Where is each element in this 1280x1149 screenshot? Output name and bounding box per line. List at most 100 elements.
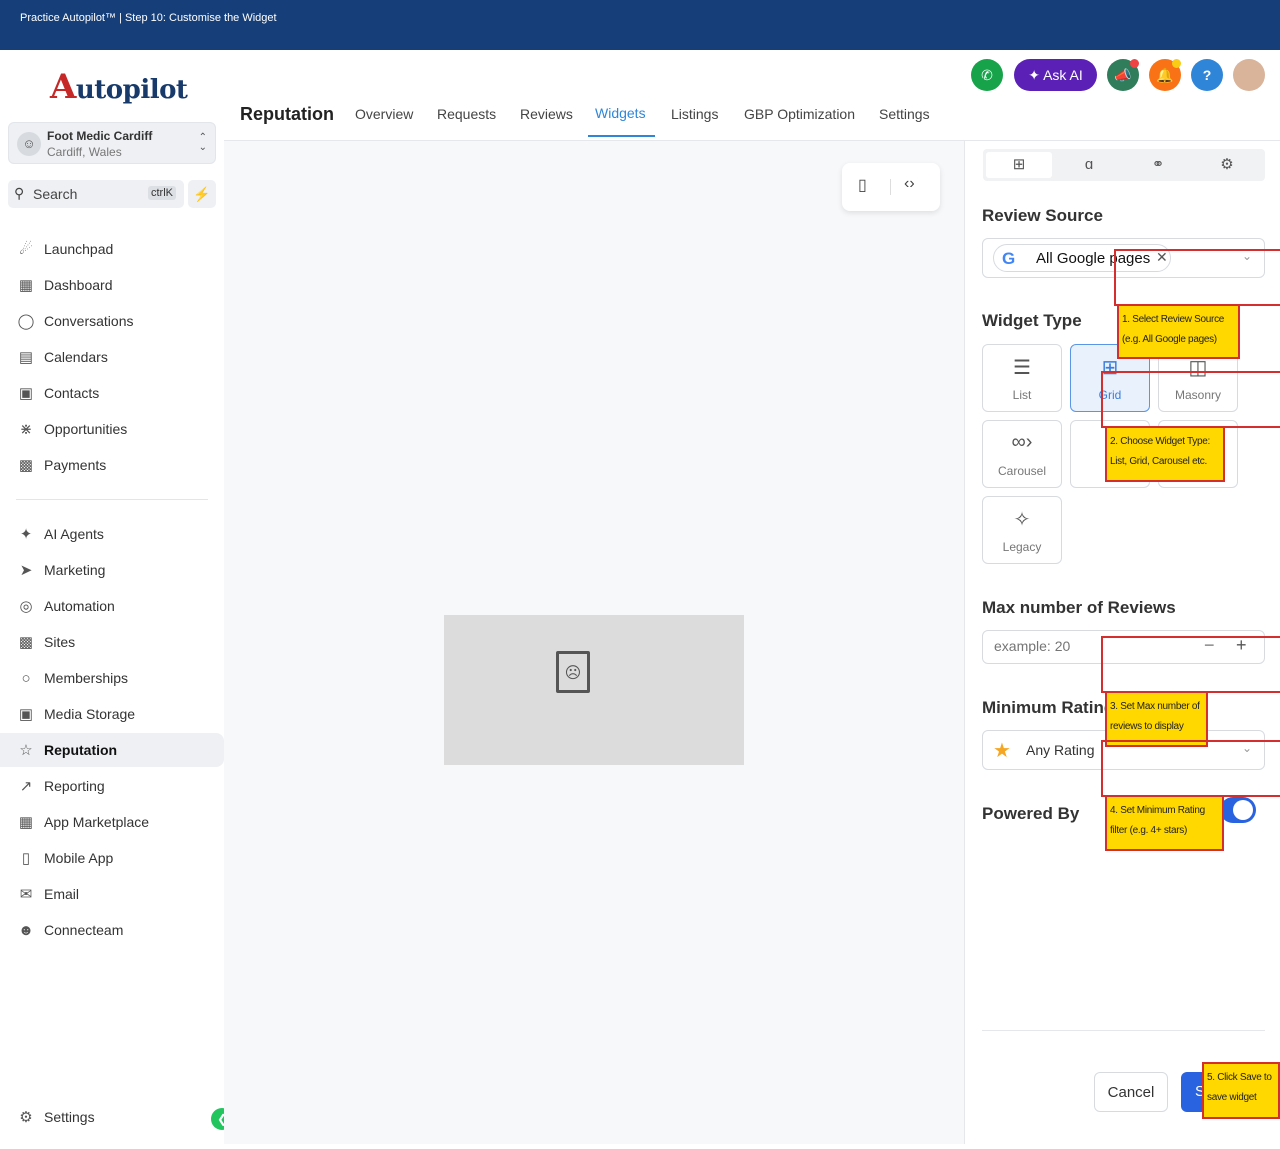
carousel-icon: ∞›	[1011, 431, 1033, 453]
annotation-step-3: 3. Set Max number of reviews to display	[1105, 691, 1208, 747]
image-icon: ▣	[18, 706, 34, 723]
sidebar-item-mobile-app[interactable]: ▯ Mobile App	[0, 841, 224, 875]
powered-by-toggle[interactable]	[1220, 797, 1256, 823]
highlight-minimum-rating	[1101, 740, 1280, 797]
mobile-preview-icon[interactable]: ▯	[858, 175, 867, 195]
annotation-step-5: 5. Click Save to save widget	[1202, 1062, 1280, 1119]
powered-by-label: Powered By	[982, 804, 1080, 823]
highlight-widget-type	[1101, 371, 1280, 428]
inbox-icon: ✉	[19, 886, 33, 903]
tab-widgets[interactable]: Widgets	[595, 105, 646, 121]
location-avatar-icon: ☺	[17, 132, 41, 156]
star-icon: ★	[993, 740, 1011, 762]
pipeline-icon: ⋇	[19, 421, 33, 438]
google-icon: G	[1002, 249, 1016, 268]
device-toolbar-separator	[890, 179, 891, 195]
location-sub: Cardiff, Wales	[47, 145, 122, 159]
sidebar-item-calendars[interactable]: ▤ Calendars	[0, 340, 224, 374]
sidebar-item-marketing[interactable]: ➤ Marketing	[0, 553, 224, 587]
sidebar-divider	[16, 499, 208, 500]
gear-icon: ⚙	[19, 1109, 33, 1126]
cancel-button[interactable]: Cancel	[1094, 1072, 1168, 1112]
search-input[interactable]: ⚲ Search ctrlK	[8, 180, 184, 208]
ask-ai-button[interactable]: ✦ Ask AI	[1014, 59, 1097, 91]
annotation-step-1: 1. Select Review Source (e.g. All Google…	[1117, 304, 1240, 359]
sad-page-icon: ☹	[556, 651, 590, 693]
max-reviews-label: Max number of Reviews	[982, 598, 1176, 617]
star-icon: ☆	[19, 742, 33, 759]
avatar[interactable]	[1233, 59, 1265, 91]
colors-tab-icon[interactable]: ⚭	[1125, 152, 1191, 178]
help-button[interactable]: ?	[1191, 59, 1223, 91]
annotation-step-4: 4. Set Minimum Rating filter (e.g. 4+ st…	[1105, 795, 1224, 851]
sidebar: Autopilot ☺ Foot Medic Cardiff Cardiff, …	[0, 50, 233, 1144]
widget-type-carousel[interactable]: ∞› Carousel	[982, 420, 1062, 488]
megaphone-badge	[1130, 59, 1139, 68]
calendar-icon: ▤	[18, 349, 34, 366]
sidebar-item-opportunities[interactable]: ⋇ Opportunities	[0, 412, 224, 446]
sidebar-item-reputation[interactable]: ☆ Reputation	[0, 733, 224, 767]
sidebar-item-email[interactable]: ✉ Email	[0, 877, 224, 911]
page-title: Reputation	[240, 104, 334, 124]
minimum-rating-label: Minimum Rating	[982, 698, 1115, 717]
sidebar-item-payments[interactable]: ▩ Payments	[0, 448, 224, 482]
contacts-icon: ▣	[18, 385, 34, 402]
toggle-knob	[1233, 800, 1253, 820]
embed-code-icon[interactable]: ‹›	[904, 175, 915, 193]
location-switcher[interactable]: ☺ Foot Medic Cardiff Cardiff, Wales ⌃ ⌄	[8, 122, 216, 164]
tab-settings[interactable]: Settings	[879, 106, 930, 122]
sidebar-item-sites[interactable]: ▩ Sites	[0, 625, 224, 659]
sidebar-item-launchpad[interactable]: ☄ Launchpad	[0, 232, 224, 266]
trend-icon: ↗	[19, 778, 33, 795]
search-icon: ⚲	[14, 185, 25, 201]
payments-icon: ▩	[18, 457, 34, 474]
team-icon: ☻	[18, 922, 34, 939]
widget-type-legacy[interactable]: ✧ Legacy	[982, 496, 1062, 564]
list-icon: ☰	[1013, 357, 1031, 379]
highlight-review-source	[1114, 249, 1280, 306]
tab-requests[interactable]: Requests	[437, 106, 496, 122]
translate-tab-icon[interactable]: ɑ	[1056, 152, 1122, 178]
location-name: Foot Medic Cardiff	[47, 129, 153, 143]
tab-gbp-optimization[interactable]: GBP Optimization	[744, 106, 855, 122]
highlight-max-reviews	[1101, 636, 1280, 693]
tab-listings[interactable]: Listings	[671, 106, 718, 122]
phone-call-icon[interactable]: ✆	[971, 59, 1003, 91]
annotation-step-2: 2. Choose Widget Type: List, Grid, Carou…	[1105, 426, 1225, 482]
autopilot-logo[interactable]: Autopilot	[50, 67, 188, 107]
grid-icon: ▦	[18, 277, 34, 294]
automation-icon: ◎	[19, 598, 33, 615]
active-tab-underline	[588, 135, 655, 137]
sidebar-item-conversations[interactable]: ◯ Conversations	[0, 304, 224, 338]
quick-action-bolt-icon[interactable]: ⚡	[188, 180, 216, 208]
sidebar-item-app-marketplace[interactable]: ▦ App Marketplace	[0, 805, 224, 839]
widget-type-list[interactable]: ☰ List	[982, 344, 1062, 412]
device-toolbar: ▯ ‹›	[842, 163, 940, 211]
sidebar-item-ai-agents[interactable]: ✦ AI Agents	[0, 517, 224, 551]
settings-tab-icon[interactable]: ⚙	[1194, 152, 1260, 178]
sidebar-item-automation[interactable]: ◎ Automation	[0, 589, 224, 623]
apps-icon: ▦	[18, 814, 34, 831]
tab-reviews[interactable]: Reviews	[520, 106, 573, 122]
sidebar-item-dashboard[interactable]: ▦ Dashboard	[0, 268, 224, 302]
sidebar-item-contacts[interactable]: ▣ Contacts	[0, 376, 224, 410]
sidebar-item-connecteam[interactable]: ☻ Connecteam	[0, 913, 224, 947]
rocket-icon: ☄	[19, 241, 33, 258]
search-shortcut: ctrlK	[148, 186, 176, 200]
chevron-updown-icon: ⌃ ⌄	[198, 132, 207, 153]
phone-icon: ▯	[21, 850, 31, 867]
sidebar-item-memberships[interactable]: ○ Memberships	[0, 661, 224, 695]
layout-tab-icon[interactable]: ⊞	[986, 152, 1052, 178]
page-header: ✆ ✦ Ask AI 📣 🔔 ? Reputation Overview Req…	[224, 50, 1280, 141]
sidebar-item-media-storage[interactable]: ▣ Media Storage	[0, 697, 224, 731]
sidebar-item-settings[interactable]: ⚙ Settings	[0, 1100, 224, 1134]
sidebar-item-reporting[interactable]: ↗ Reporting	[0, 769, 224, 803]
award-icon: ○	[21, 670, 31, 687]
sparkle-icon: ✦	[19, 526, 33, 543]
widget-preview-canvas: ▯ ‹› ☹	[224, 141, 964, 1144]
panel-footer-divider	[982, 1030, 1265, 1031]
sites-icon: ▩	[18, 634, 34, 651]
tab-overview[interactable]: Overview	[355, 106, 413, 122]
search-label: Search	[33, 186, 78, 202]
review-source-label: Review Source	[982, 206, 1103, 225]
